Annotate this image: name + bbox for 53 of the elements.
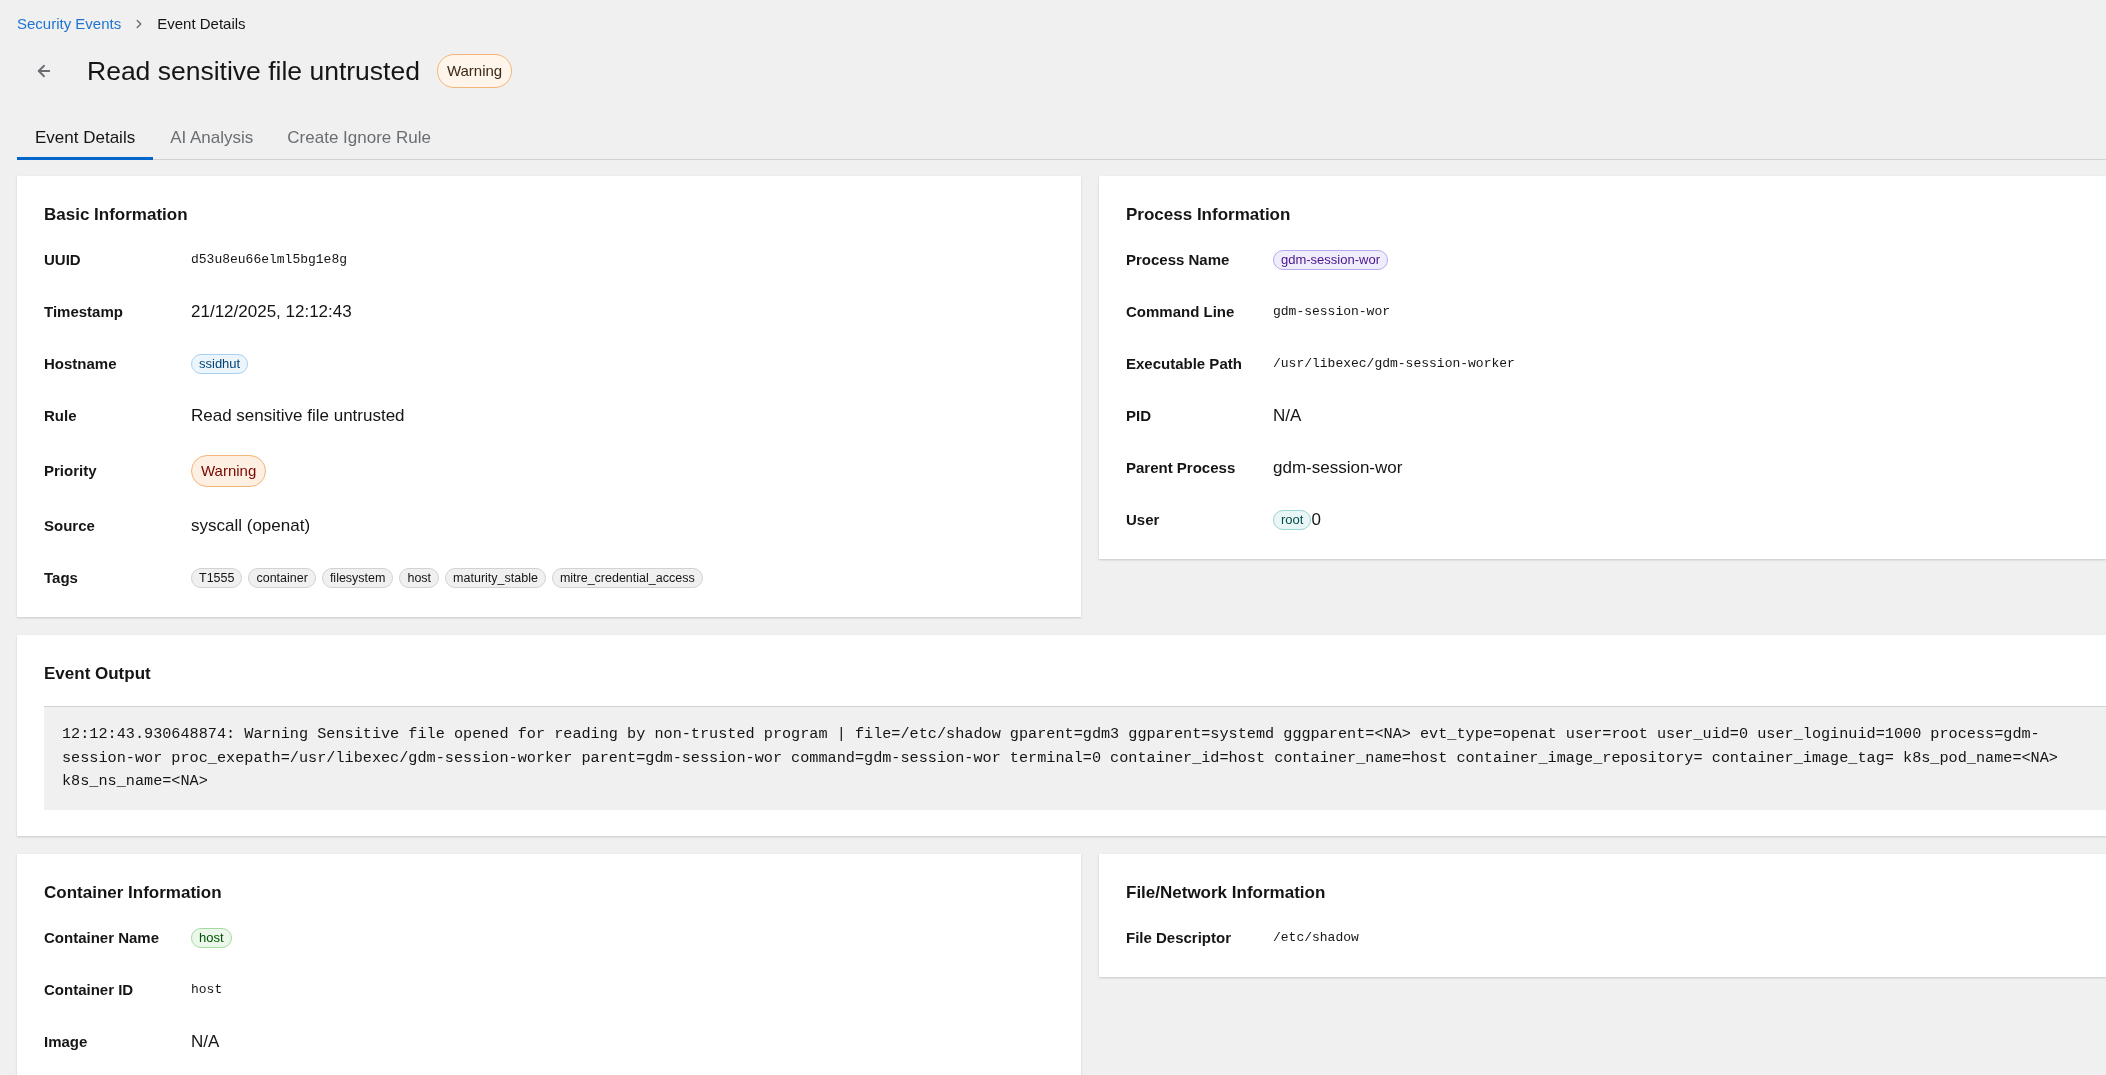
value-tag: ssidhut [191,354,249,374]
field-value: Read sensitive file untrusted [191,405,405,427]
severity-label: Warning [436,54,513,88]
field-value: /etc/shadow [1273,928,1359,947]
event-output-log: 12:12:43.930648874: Warning Sensitive file opened for reading by non-trusted program | file=/etc/shadow gparent=gdm3 ggparent=systemd gggparent=<NA> evt_type=openat user=root user_uid=0 user_loginuid=1000 process=gdm-session-wor proc_exepath=/usr/libexec/gdm-session-worker parent=gdm-session-wor command=gdm-session-wor terminal=0 container_id=host container_name=host container_image_repository= container_image_tag= k8s_pod_name=<NA> k8s_ns_name=<NA> [44,706,2106,810]
value-tag: gdm-session-wor [1273,250,1388,270]
tab[interactable]: Create Ignore Rule [270,116,448,160]
tag: host [399,568,440,588]
field-label: Hostname [44,354,118,374]
tab[interactable]: Event Details [17,116,154,160]
tag: filesystem [321,568,394,588]
field-value: host [191,980,223,999]
field-label: Parent Process [1126,458,1237,478]
field-label: Rule [44,406,78,426]
tag: mitre_credential_access [551,568,703,588]
field-value: gdm-session-wor [1273,303,1391,321]
field-label: Command Line [1126,302,1236,322]
field-value: gdm-session-wor [1273,457,1403,479]
user-tag: root [1273,510,1312,530]
card-title: Container Information [44,881,223,904]
field-label: Container Name [44,927,161,948]
field-label: Tags [44,568,79,588]
field-label: Priority [44,461,98,481]
field-label: Executable Path [1126,354,1243,374]
tag: maturity_stable [445,568,546,588]
card-title: Basic Information [44,204,189,226]
field-label: Process Name [1126,250,1231,270]
tag: T1555 [191,568,243,588]
priority-label: Warning [191,455,267,487]
field-label: User [1126,510,1161,530]
tab[interactable]: AI Analysis [153,116,271,160]
field-label: File Descriptor [1126,927,1233,948]
field-value: N/A [1273,405,1302,427]
field-label: UUID [44,250,82,270]
field-label: Source [44,516,96,536]
field-value: N/A [191,1030,220,1053]
tag: container [248,568,316,588]
card-title: File/Network Information [1126,881,1327,904]
field-label: Image [44,1031,89,1052]
field-value: /usr/libexec/gdm-session-worker [1273,355,1515,373]
page-title: Read sensitive file untrusted [87,55,420,88]
field-label: Container ID [44,979,135,1000]
card-title: Process Information [1126,204,1292,226]
value-tag: host [191,927,232,948]
field-value: 21/12/2025, 12:12:43 [191,301,352,323]
breadcrumb-link[interactable]: Security Events [17,13,122,35]
field-label: PID [1126,406,1152,426]
field-value: d53u8eu66elml5bg1e8g [191,251,348,269]
field-label: Timestamp [44,302,124,322]
field-value: syscall (openat) [191,515,311,537]
card-title: Event Output [44,663,152,685]
breadcrumb-current: Event Details [157,14,246,34]
user-id: 0 [1311,509,1321,531]
